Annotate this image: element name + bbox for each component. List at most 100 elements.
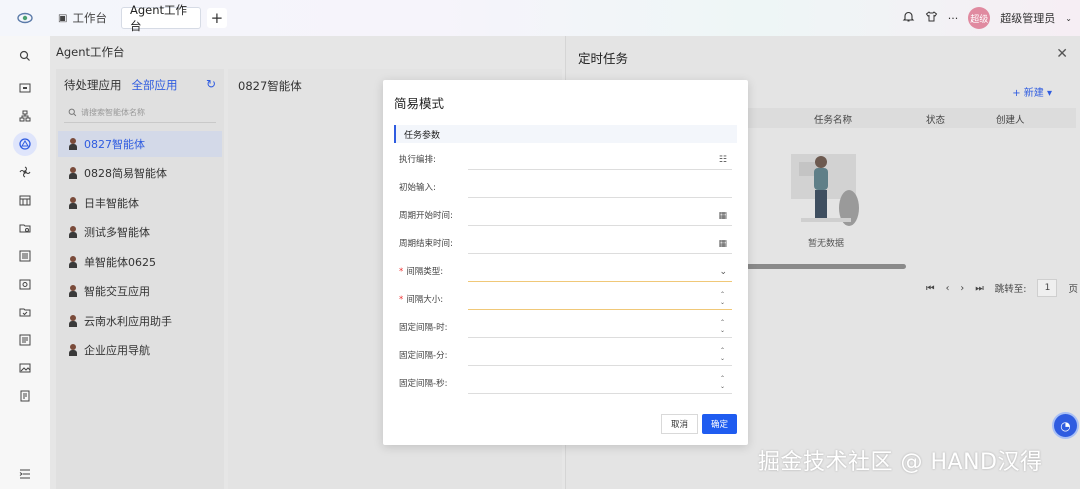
agent-name: 0828简易智能体 [84, 167, 167, 180]
collapse-menu-icon[interactable] [17, 466, 33, 482]
tab-agent-workspace[interactable]: Agent工作台 [120, 3, 201, 33]
tab-pending-apps[interactable]: 待处理应用 [64, 77, 122, 93]
monitor-icon[interactable] [17, 80, 33, 96]
calendar-grid-icon[interactable] [17, 192, 33, 208]
horizontal-scrollbar[interactable] [746, 264, 906, 269]
first-page-icon[interactable]: ⏮ [926, 283, 935, 294]
fixed-hours-stepper[interactable]: ⌃ ⌄ [468, 319, 732, 338]
drawer-title: 定时任务 [578, 51, 629, 66]
calendar-icon[interactable]: ▦ [718, 238, 727, 250]
field-label: 固定间隔-秒: [399, 379, 448, 389]
fixed-seconds-stepper[interactable]: ⌃ ⌄ [468, 375, 732, 394]
jump-label: 跳转至: [994, 284, 1027, 295]
pagination: ⏮ ‹ › ⏭ 跳转至: 1 页 [926, 279, 1078, 297]
field-fixed-hours: 固定间隔-时: ⌃ ⌄ [399, 319, 732, 342]
new-task-button[interactable]: + 新建 ▾ [1012, 84, 1052, 99]
refresh-icon[interactable]: ↻ [206, 77, 216, 91]
column-header: 创建人 [996, 115, 1025, 126]
section-header: 任务参数 [394, 125, 737, 143]
tab-label: 工作台 [72, 11, 107, 25]
agent-avatar-icon [68, 167, 78, 179]
agent-list-panel: 待处理应用 全部应用 ↻ 请搜索智能体名称 0827智能体 0828简易智能体 … [56, 69, 224, 489]
equalizer-icon[interactable] [17, 248, 33, 264]
fan-icon[interactable] [17, 164, 33, 180]
bell-icon[interactable] [902, 10, 915, 26]
agent-name: 单智能体0625 [84, 256, 156, 269]
calendar-icon[interactable]: ▦ [718, 210, 727, 222]
initial-input-field[interactable] [468, 180, 732, 198]
tab-workspace[interactable]: ▣ 工作台 [50, 7, 115, 29]
list-item[interactable]: 单智能体0625 [58, 249, 222, 275]
dialog-title: 简易模式 [394, 96, 445, 111]
agent-avatar-icon [68, 226, 78, 238]
page-input[interactable]: 1 [1037, 279, 1058, 297]
field-label: 执行编排: [399, 155, 436, 165]
user-name[interactable]: 超级管理员 [1000, 10, 1055, 26]
agent-avatar-icon [68, 285, 78, 297]
execution-flow-input[interactable]: ☷ [468, 152, 732, 170]
agent-name: 日丰智能体 [84, 197, 139, 210]
document-list-icon[interactable] [17, 332, 33, 348]
simple-mode-dialog: 简易模式 任务参数 执行编排: ☷ 初始输入: 周期开始时间: ▦ 周期结束时间… [383, 80, 748, 445]
shirt-icon[interactable] [925, 10, 938, 26]
box-settings-icon[interactable] [17, 276, 33, 292]
stepper-arrows-icon[interactable]: ⌃ ⌄ [720, 319, 725, 335]
agent-search-input[interactable]: 请搜索智能体名称 [64, 103, 216, 123]
eye-logo-icon [17, 12, 33, 24]
agent-name: 0827智能体 [84, 138, 145, 151]
field-label: 周期开始时间: [399, 211, 453, 221]
tab-all-apps[interactable]: 全部应用 [132, 77, 178, 93]
chevron-down-icon[interactable]: ⌄ [1065, 14, 1072, 23]
agent-avatar-icon [68, 256, 78, 268]
new-label: 新建 [1023, 88, 1044, 99]
field-fixed-seconds: 固定间隔-秒: ⌃ ⌄ [399, 375, 732, 398]
agent-name: 云南水利应用助手 [84, 315, 172, 328]
stepper-arrows-icon[interactable]: ⌃ ⌄ [720, 375, 725, 391]
image-icon[interactable] [17, 360, 33, 376]
agent-avatar-icon [68, 197, 78, 209]
list-item[interactable]: 云南水利应用助手 [58, 308, 222, 334]
more-icon[interactable]: ··· [948, 12, 959, 25]
chevron-down-icon: ▾ [1043, 88, 1052, 99]
org-tree-icon[interactable] [17, 108, 33, 124]
chat-bubble-icon: ◔ [1060, 418, 1071, 433]
close-icon[interactable]: ✕ [1056, 46, 1068, 62]
empty-text: 暂无数据 [808, 239, 845, 249]
search-icon[interactable] [17, 48, 33, 64]
assistant-float-button[interactable]: ◔ [1052, 412, 1079, 439]
end-time-picker[interactable]: ▦ [468, 236, 732, 254]
list-picker-icon[interactable]: ☷ [719, 154, 727, 166]
field-interval-type: * 间隔类型: ⌄ [399, 264, 732, 286]
next-page-icon[interactable]: › [960, 283, 964, 294]
cancel-button[interactable]: 取消 [661, 414, 698, 434]
last-page-icon[interactable]: ⏭ [975, 283, 984, 294]
list-item[interactable]: 企业应用导航 [58, 337, 222, 363]
start-time-picker[interactable]: ▦ [468, 208, 732, 226]
list-item[interactable]: 测试多智能体 [58, 219, 222, 245]
field-fixed-minutes: 固定间隔-分: ⌃ ⌄ [399, 347, 732, 370]
avatar[interactable]: 超级 [968, 7, 991, 29]
confirm-button[interactable]: 确定 [702, 414, 737, 434]
agent-icon[interactable] [13, 132, 37, 156]
fixed-minutes-stepper[interactable]: ⌃ ⌄ [468, 347, 732, 366]
report-icon[interactable] [17, 388, 33, 404]
chevron-down-icon[interactable]: ⌄ [719, 266, 727, 278]
search-icon [68, 108, 77, 117]
add-tab-button[interactable]: + [206, 8, 227, 28]
folder-gear-icon[interactable] [17, 220, 33, 236]
field-execution-flow: 执行编排: ☷ [399, 152, 732, 174]
search-placeholder: 请搜索智能体名称 [81, 108, 145, 117]
stepper-arrows-icon[interactable]: ⌃ ⌄ [720, 347, 725, 363]
prev-page-icon[interactable]: ‹ [946, 283, 950, 294]
interval-type-select[interactable]: ⌄ [468, 264, 732, 282]
list-item[interactable]: 智能交互应用 [58, 278, 222, 304]
interval-size-stepper[interactable]: ⌃ ⌄ [468, 291, 732, 310]
field-end-time: 周期结束时间: ▦ [399, 236, 732, 258]
list-item[interactable]: 0828简易智能体 [58, 160, 222, 186]
folder-check-icon[interactable] [17, 304, 33, 320]
source-credit: 掘金技术社区 @ HAND汉得 [758, 450, 1043, 475]
stepper-arrows-icon[interactable]: ⌃ ⌄ [720, 291, 725, 307]
list-item[interactable]: 0827智能体 [58, 131, 222, 157]
app-logo[interactable] [0, 12, 50, 24]
list-item[interactable]: 日丰智能体 [58, 190, 222, 216]
